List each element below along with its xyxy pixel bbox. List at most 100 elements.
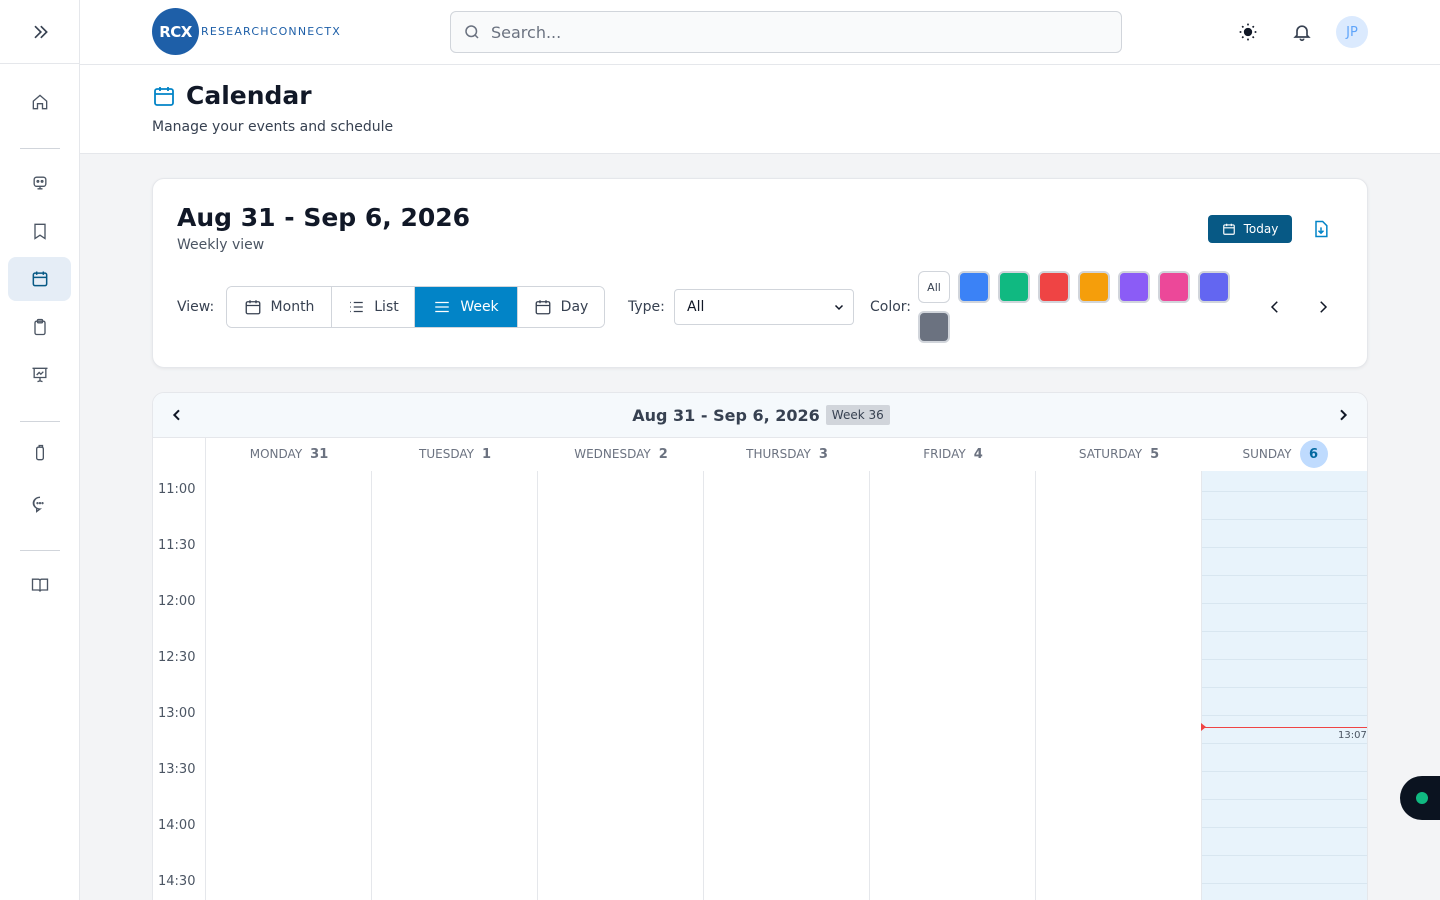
color-swatch-8[interactable] <box>918 311 950 343</box>
time-slot-line <box>1202 715 1367 716</box>
time-label: 11:30 <box>158 538 196 553</box>
today-button[interactable]: Today <box>1208 215 1292 243</box>
page-title-row: Calendar <box>152 81 312 110</box>
current-time-label: 13:07 <box>1338 730 1367 741</box>
calendar-range: Aug 31 - Sep 6, 2026 <box>632 405 820 425</box>
view-day-button[interactable]: Day <box>518 287 604 327</box>
sidebar-item-calendar[interactable] <box>8 257 71 301</box>
current-time-marker <box>1201 723 1206 731</box>
time-slot-line <box>1202 883 1367 884</box>
day-header-thursday[interactable]: THURSDAY 3 <box>704 438 870 470</box>
day-column-sunday[interactable]: 13:07 <box>1201 471 1367 900</box>
notifications-button[interactable] <box>1290 20 1314 44</box>
calendar-icon <box>245 300 260 315</box>
calendar-icon <box>32 271 47 287</box>
color-swatch-7[interactable] <box>1198 271 1230 303</box>
search-bar[interactable] <box>450 11 1122 53</box>
clipboard-icon <box>33 318 46 336</box>
day-header-wednesday[interactable]: WEDNESDAY 2 <box>538 438 704 470</box>
sidebar-item-tasks[interactable] <box>8 305 71 349</box>
file-download-icon <box>1315 220 1328 238</box>
day-name: SATURDAY <box>1078 447 1143 461</box>
day-column-friday[interactable] <box>870 471 1036 900</box>
time-label: 11:00 <box>158 482 196 497</box>
time-label: 14:00 <box>158 818 196 833</box>
presentation-icon <box>32 367 47 383</box>
time-slot-line <box>1202 491 1367 492</box>
color-filter-all[interactable]: All <box>918 271 950 303</box>
week-calendar: Aug 31 - Sep 6, 2026 Week 36 11:00 11:30 1… <box>152 392 1368 900</box>
view-month-label: Month <box>270 299 315 315</box>
floating-status-widget[interactable] <box>1400 776 1440 820</box>
day-header-saturday[interactable]: SATURDAY 5 <box>1036 438 1202 470</box>
logo[interactable]: RCX RESEARCHCONNECTX <box>152 8 341 55</box>
color-swatch-6[interactable] <box>1158 271 1190 303</box>
theme-toggle-button[interactable] <box>1236 20 1260 44</box>
status-dot <box>1416 792 1428 804</box>
sidebar-divider <box>20 550 60 551</box>
day-number: 3 <box>818 446 828 462</box>
previous-period-button[interactable] <box>1263 295 1287 319</box>
book-icon <box>31 578 48 592</box>
day-header-sunday[interactable]: SUNDAY 6 <box>1202 438 1367 470</box>
type-label: Type: <box>628 299 665 315</box>
chevron-down-icon <box>834 304 844 311</box>
calendar-icon <box>535 300 551 315</box>
color-swatch-2[interactable] <box>998 271 1030 303</box>
home-icon <box>32 94 47 110</box>
day-column-tuesday[interactable] <box>372 471 538 900</box>
top-header: RCX RESEARCHCONNECTX JP <box>80 0 1440 65</box>
time-slot-line <box>1202 575 1367 576</box>
time-slot-line <box>1202 603 1367 604</box>
type-select[interactable]: All <box>674 289 854 325</box>
sidebar-item-assistant[interactable] <box>8 161 71 205</box>
calendar-header: Aug 31 - Sep 6, 2026 Week 36 <box>153 393 1367 438</box>
logo-mark: RCX <box>152 8 199 55</box>
page-subtitle: Manage your events and schedule <box>152 119 394 135</box>
time-slot-line <box>1202 547 1367 548</box>
day-header-monday[interactable]: MONDAY 31 <box>206 438 372 470</box>
day-header-friday[interactable]: FRIDAY 4 <box>870 438 1036 470</box>
color-swatch-1[interactable] <box>958 271 990 303</box>
sidebar-item-library[interactable] <box>8 563 71 607</box>
view-list-label: List <box>374 299 399 315</box>
user-avatar[interactable]: JP <box>1336 16 1368 48</box>
calendar-icon <box>1222 223 1235 235</box>
search-input[interactable] <box>491 22 1091 42</box>
day-number: 1 <box>481 446 491 462</box>
export-calendar-button[interactable] <box>1311 219 1331 239</box>
day-name: FRIDAY <box>923 447 966 461</box>
page-title: Calendar <box>186 81 312 110</box>
sidebar-item-presentations[interactable] <box>8 353 71 397</box>
chat-icon <box>32 496 44 513</box>
sidebar-expand-button[interactable] <box>0 0 80 64</box>
day-column-thursday[interactable] <box>704 471 870 900</box>
view-month-button[interactable]: Month <box>227 287 332 327</box>
day-header-tuesday[interactable]: TUESDAY 1 <box>372 438 538 470</box>
sidebar-item-home[interactable] <box>8 80 71 124</box>
day-column-wednesday[interactable] <box>538 471 704 900</box>
view-week-button[interactable]: Week <box>415 287 518 327</box>
day-name: SUNDAY <box>1242 447 1292 461</box>
color-swatch-4[interactable] <box>1078 271 1110 303</box>
sidebar-item-labels[interactable] <box>8 431 71 475</box>
menu-icon <box>435 301 450 313</box>
view-list-button[interactable]: List <box>332 287 415 327</box>
day-column-saturday[interactable] <box>1036 471 1202 900</box>
sidebar-item-messages[interactable] <box>8 482 71 526</box>
bookmark-icon <box>33 223 46 240</box>
color-swatch-5[interactable] <box>1118 271 1150 303</box>
next-period-button[interactable] <box>1311 295 1335 319</box>
time-label: 12:30 <box>158 650 196 665</box>
calendar-next-week-button[interactable] <box>1331 403 1355 427</box>
day-number: 5 <box>1150 446 1160 462</box>
time-label: 14:30 <box>158 874 196 889</box>
day-number: 2 <box>658 446 668 462</box>
day-name: THURSDAY <box>746 447 811 461</box>
sidebar-item-bookmarks[interactable] <box>8 209 71 253</box>
time-slot-line <box>1202 659 1367 660</box>
time-slot-line <box>1202 799 1367 800</box>
day-column-monday[interactable] <box>206 471 372 900</box>
current-time-line <box>1201 723 1367 731</box>
color-swatch-3[interactable] <box>1038 271 1070 303</box>
